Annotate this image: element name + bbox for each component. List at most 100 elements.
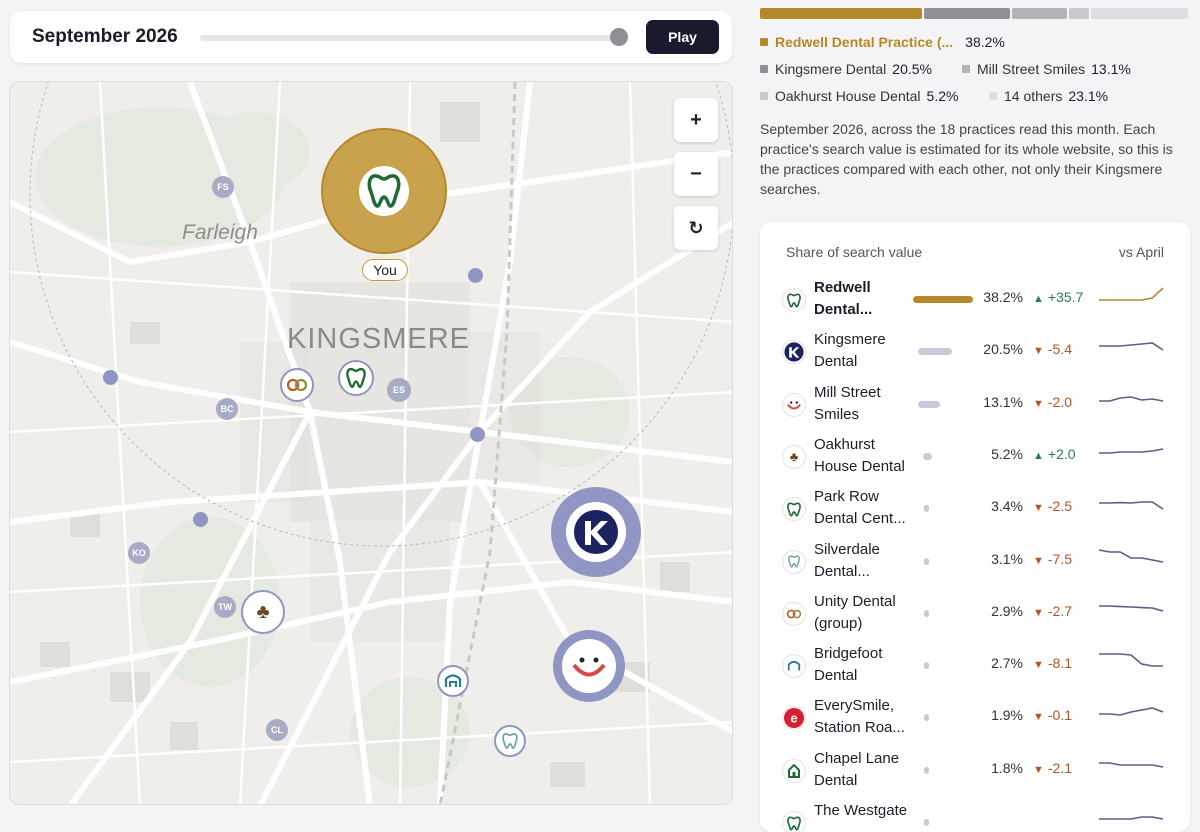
change-value: ▼ -5.4 bbox=[1033, 341, 1072, 357]
table-row[interactable]: Park Row Dental Cent... 3.4% ▼ -2.5 bbox=[760, 483, 1190, 535]
legend-item[interactable]: Redwell Dental Practice (... 38.2% bbox=[760, 34, 1005, 50]
share-table-card: Share of search value vs April Redwell D… bbox=[760, 222, 1190, 832]
table-header-change: vs April bbox=[1118, 244, 1164, 260]
change-number: -8.1 bbox=[1047, 655, 1073, 672]
place-label-farleigh: Farleigh bbox=[182, 221, 258, 244]
change-number: -2.0 bbox=[1047, 393, 1073, 410]
legend-swatch bbox=[760, 38, 768, 46]
zoom-in-button[interactable]: + bbox=[674, 98, 718, 142]
bridge-icon bbox=[782, 654, 806, 679]
practice-marker-bc[interactable]: BC bbox=[216, 398, 238, 420]
practice-marker-fs[interactable]: FS bbox=[212, 176, 234, 198]
timeline-bar: September 2026 Play bbox=[10, 11, 732, 63]
timeline-slider-thumb[interactable] bbox=[610, 28, 628, 46]
practice-name: Mill Street Smiles bbox=[814, 383, 881, 423]
sparkline-path bbox=[1098, 548, 1164, 563]
share-pct: 13.1% bbox=[983, 393, 1023, 410]
table-row[interactable]: Chapel Lane Dental 1.8% ▼ -2.1 bbox=[760, 745, 1190, 797]
legend-name: Redwell Dental Practice (... bbox=[775, 34, 954, 50]
share-pct: 1.8% bbox=[991, 759, 1023, 776]
legend-pct: 23.1% bbox=[1068, 88, 1109, 104]
change-number: -2.5 bbox=[1047, 498, 1073, 515]
sparkline-path bbox=[1099, 761, 1164, 768]
share-bar bbox=[924, 557, 929, 565]
oakhurst-house-dental-marker[interactable]: ♣ bbox=[241, 590, 285, 634]
share-bar bbox=[918, 400, 940, 408]
triangle-down-icon: ▼ bbox=[1033, 502, 1044, 515]
map-view[interactable]: Farleigh KINGSMERE + − ↻ You ♣ FS BC ES … bbox=[9, 81, 733, 805]
share-bar bbox=[924, 714, 929, 722]
change-value: ▼ -7.5 bbox=[1033, 551, 1072, 567]
sparkline-path bbox=[1099, 501, 1164, 510]
triangle-down-icon: ▼ bbox=[1033, 606, 1044, 619]
table-row[interactable]: e EverySmile, Station Roa... 1.9% ▼ -0.1 bbox=[760, 692, 1190, 744]
park-row-dental-marker[interactable] bbox=[338, 360, 374, 396]
triangle-down-icon: ▼ bbox=[1033, 554, 1044, 567]
share-segment bbox=[1068, 8, 1090, 19]
change-value: ▼ -2.7 bbox=[1033, 603, 1072, 619]
you-practice-marker[interactable] bbox=[321, 128, 447, 254]
change-number: -5.4 bbox=[1047, 341, 1073, 358]
sparkline-path bbox=[1099, 448, 1164, 454]
tooth-icon bbox=[782, 811, 806, 832]
bridgefoot-dental-marker[interactable] bbox=[437, 665, 469, 697]
legend-item[interactable]: Oakhurst House Dental 5.2% bbox=[760, 88, 958, 104]
triangle-down-icon: ▼ bbox=[1033, 397, 1044, 410]
trend-sparkline bbox=[1099, 342, 1164, 351]
table-row[interactable]: Bridgefoot Dental 2.7% ▼ -8.1 bbox=[760, 640, 1190, 692]
share-pct: 3.1% bbox=[991, 550, 1023, 567]
silver-tooth-icon bbox=[782, 549, 806, 574]
triangle-down-icon: ▼ bbox=[1033, 711, 1044, 724]
rings-icon bbox=[286, 378, 308, 392]
share-pct: 5.2% bbox=[991, 445, 1023, 462]
legend-item[interactable]: 14 others 23.1% bbox=[989, 88, 1108, 104]
kingsmere-dental-marker[interactable] bbox=[551, 487, 641, 577]
table-row[interactable]: Unity Dental (group) 2.9% ▼ -2.7 bbox=[760, 588, 1190, 640]
share-bar bbox=[924, 609, 929, 617]
legend-name: Mill Street Smiles bbox=[977, 61, 1086, 77]
share-bar bbox=[924, 819, 929, 826]
legend-pct: 38.2% bbox=[965, 34, 1005, 50]
share-pct: 1.9% bbox=[991, 707, 1023, 724]
table-row[interactable]: Silverdale Dental... 3.1% ▼ -7.5 bbox=[760, 536, 1190, 588]
change-number: -2.1 bbox=[1047, 759, 1073, 776]
reset-view-button[interactable]: ↻ bbox=[674, 206, 718, 250]
change-value: ▼ -2.5 bbox=[1033, 498, 1072, 514]
table-row[interactable]: Redwell Dental... 38.2% ▲ +35.7 bbox=[760, 274, 1190, 326]
legend-name: 14 others bbox=[1004, 88, 1063, 104]
k-logo-icon bbox=[782, 340, 806, 365]
practice-dot[interactable] bbox=[470, 427, 485, 442]
tooth-icon bbox=[359, 166, 409, 216]
practice-dot[interactable] bbox=[103, 370, 118, 385]
share-bar bbox=[924, 766, 929, 774]
practice-marker-es[interactable]: ES bbox=[387, 378, 411, 402]
zoom-out-button[interactable]: − bbox=[674, 152, 718, 196]
tooth-icon bbox=[782, 288, 806, 312]
practice-dot[interactable] bbox=[468, 268, 483, 283]
practice-dot[interactable] bbox=[193, 512, 208, 527]
legend-swatch bbox=[760, 92, 768, 100]
practice-marker-cl[interactable]: CL bbox=[266, 719, 288, 741]
practice-name: Unity Dental (group) bbox=[814, 592, 896, 632]
silverdale-dental-marker[interactable] bbox=[494, 725, 526, 757]
share-pct: 2.7% bbox=[991, 655, 1023, 672]
sparkline-path bbox=[1099, 707, 1164, 717]
table-row[interactable]: Kingsmere Dental 20.5% ▼ -5.4 bbox=[760, 326, 1190, 378]
change-value: ▼ -2.1 bbox=[1033, 760, 1072, 776]
table-row[interactable]: ♣ Oakhurst House Dental 5.2% ▲ +2.0 bbox=[760, 431, 1190, 483]
share-pct: 20.5% bbox=[983, 341, 1023, 358]
change-number: -7.5 bbox=[1047, 550, 1073, 567]
play-button[interactable]: Play bbox=[646, 20, 719, 54]
trend-sparkline bbox=[1099, 448, 1164, 454]
timeline-slider-track[interactable] bbox=[200, 35, 620, 41]
legend-item[interactable]: Mill Street Smiles 13.1% bbox=[962, 61, 1131, 77]
tooth-icon bbox=[782, 497, 806, 522]
practice-marker-ko[interactable]: KO bbox=[128, 542, 150, 564]
smile-icon bbox=[782, 392, 806, 417]
legend-item[interactable]: Kingsmere Dental 20.5% bbox=[760, 61, 932, 77]
table-row[interactable]: Mill Street Smiles 13.1% ▼ -2.0 bbox=[760, 379, 1190, 431]
mill-street-smiles-marker[interactable] bbox=[553, 630, 625, 702]
description-text: September 2026, across the 18 practices … bbox=[760, 121, 1173, 197]
unity-dental-marker[interactable] bbox=[280, 368, 314, 402]
practice-marker-tw[interactable]: TW bbox=[214, 596, 236, 618]
